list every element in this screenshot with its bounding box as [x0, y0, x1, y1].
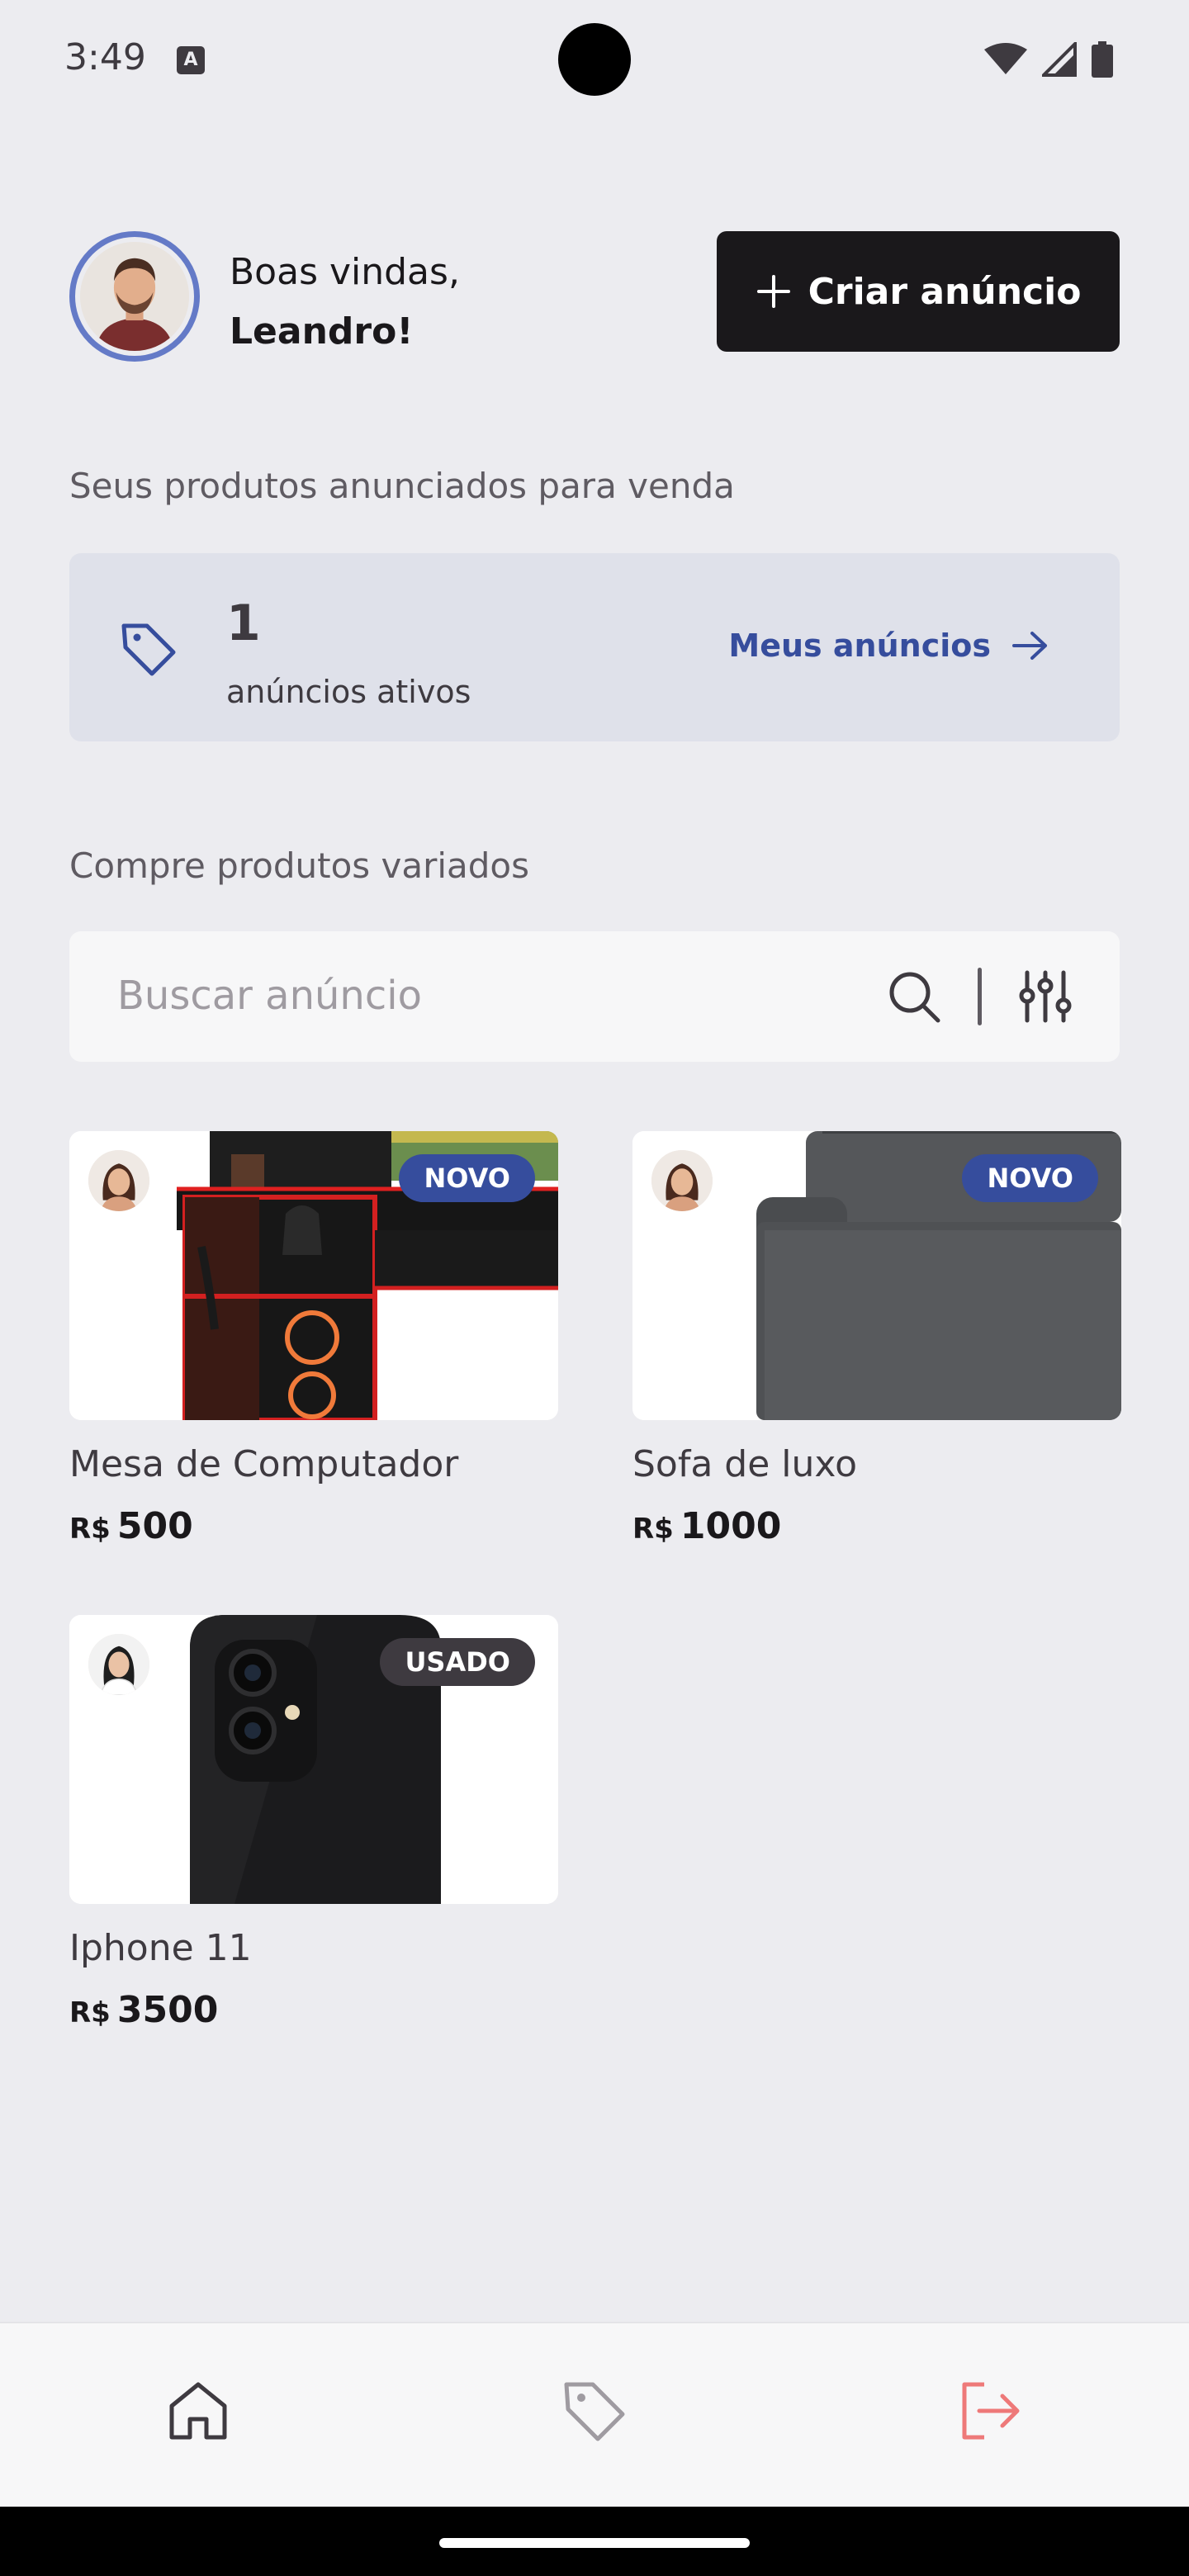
currency-label: R$	[69, 1513, 111, 1546]
search-input[interactable]: Buscar anúncio	[117, 973, 422, 1019]
header: Boas vindas, Leandro! Criar anúncio	[69, 231, 1120, 363]
create-ad-label: Criar anúncio	[808, 270, 1082, 313]
gesture-bar	[0, 2507, 1189, 2576]
user-avatar[interactable]	[69, 231, 200, 362]
create-ad-button[interactable]: Criar anúncio	[717, 231, 1120, 352]
greeting-text: Boas vindas,	[230, 251, 460, 293]
user-name: Leandro!	[230, 310, 414, 353]
search-bar: Buscar anúncio	[69, 931, 1120, 1062]
product-image[interactable]: NOVO	[69, 1131, 558, 1420]
sign-out-icon[interactable]	[958, 2378, 1024, 2444]
bottom-nav	[0, 2322, 1189, 2507]
status-bar: 3:49 A	[0, 0, 1189, 119]
tag-icon	[121, 623, 176, 676]
battery-icon	[1092, 41, 1113, 78]
plus-icon	[756, 275, 790, 308]
condition-badge: USADO	[380, 1638, 535, 1686]
product-card[interactable]: NOVO Sofa de luxo R$ 1000	[632, 1131, 1121, 1547]
arrow-right-icon	[1012, 632, 1047, 660]
notification-app-icon: A	[177, 46, 205, 74]
my-ads-link-label: Meus anúncios	[728, 627, 991, 664]
home-gesture-handle[interactable]	[439, 2538, 750, 2548]
seller-avatar	[649, 1148, 715, 1214]
status-icons	[984, 41, 1113, 78]
seller-avatar	[86, 1148, 152, 1214]
condition-badge: NOVO	[962, 1154, 1098, 1202]
greeting: Boas vindas, Leandro!	[230, 243, 460, 362]
product-card[interactable]: NOVO Mesa de Computador R$ 500	[69, 1131, 558, 1547]
my-ads-section-label: Seus produtos anunciados para venda	[69, 466, 735, 506]
camera-cutout	[558, 23, 631, 96]
tag-icon[interactable]	[561, 2378, 628, 2444]
my-ads-link[interactable]: Meus anúncios	[728, 627, 1050, 664]
currency-label: R$	[632, 1513, 674, 1546]
product-card[interactable]: USADO Iphone 11 R$ 3500	[69, 1615, 558, 2031]
product-price: R$ 500	[69, 1505, 558, 1547]
product-price: R$ 3500	[69, 1989, 558, 2031]
signal-icon	[1042, 42, 1077, 77]
filter-icon[interactable]	[1019, 969, 1072, 1024]
product-image[interactable]: USADO	[69, 1615, 558, 1904]
product-name: Iphone 11	[69, 1927, 252, 1969]
condition-badge: NOVO	[399, 1154, 535, 1202]
product-image[interactable]: NOVO	[632, 1131, 1121, 1420]
my-ads-card: 1 anúncios ativos Meus anúncios	[69, 553, 1120, 741]
seller-avatar	[86, 1631, 152, 1698]
active-ads-label: anúncios ativos	[226, 674, 471, 710]
currency-label: R$	[69, 1996, 111, 2029]
price-value: 1000	[680, 1505, 782, 1547]
search-icon[interactable]	[887, 969, 941, 1024]
price-value: 3500	[116, 1989, 219, 2031]
wifi-icon	[984, 43, 1027, 74]
browse-section-label: Compre produtos variados	[69, 845, 530, 886]
product-name: Mesa de Computador	[69, 1443, 459, 1485]
price-value: 500	[116, 1505, 193, 1547]
active-ads-count: 1	[226, 594, 261, 652]
home-icon[interactable]	[165, 2378, 231, 2444]
status-time: 3:49	[64, 36, 146, 78]
product-name: Sofa de luxo	[632, 1443, 857, 1485]
search-divider	[978, 968, 982, 1025]
product-price: R$ 1000	[632, 1505, 1121, 1547]
